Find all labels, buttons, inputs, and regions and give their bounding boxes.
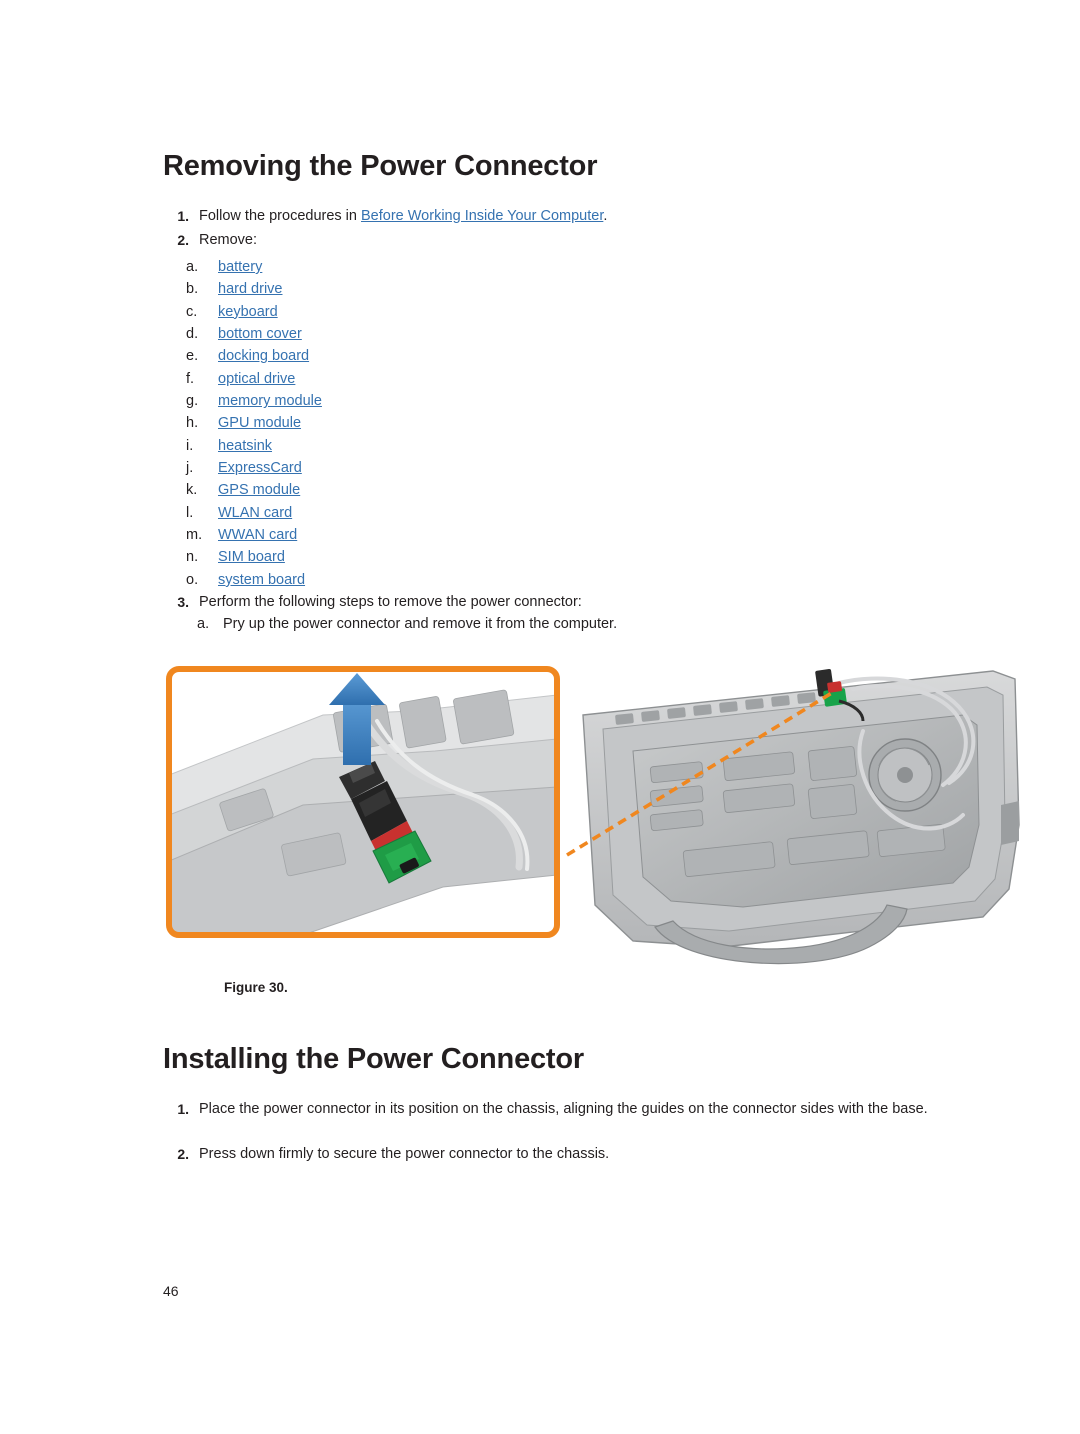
- list-item: o. system board: [186, 569, 686, 591]
- callout-zoom-view: [166, 666, 560, 938]
- page-title-installing-power-connector: Installing the Power Connector: [163, 1043, 584, 1075]
- list-item: f. optical drive: [186, 368, 686, 390]
- figure-caption: Figure 30.: [224, 980, 288, 995]
- link-wlan-card[interactable]: WLAN card: [218, 502, 292, 524]
- link-expresscard[interactable]: ExpressCard: [218, 457, 302, 479]
- link-gpu-module[interactable]: GPU module: [218, 412, 301, 434]
- list-item-marker: i.: [186, 437, 194, 454]
- figure-30-image: [163, 655, 1023, 965]
- list-item-marker: o.: [186, 571, 199, 588]
- step-3a-marker: a.: [197, 616, 210, 632]
- laptop-chassis-illustration: [166, 666, 1020, 965]
- list-item: b. hard drive: [186, 278, 686, 300]
- list-item-marker: k.: [186, 482, 198, 499]
- link-gps-module[interactable]: GPS module: [218, 479, 300, 501]
- step-3a-text: Pry up the power connector and remove it…: [223, 616, 618, 632]
- page-title-removing-power-connector: Removing the Power Connector: [163, 150, 598, 182]
- list-item-marker: d.: [186, 326, 199, 343]
- link-system-board[interactable]: system board: [218, 569, 305, 591]
- step-1-number: 1.: [177, 208, 189, 224]
- link-battery[interactable]: battery: [218, 256, 262, 278]
- step-3-number: 3.: [177, 594, 189, 610]
- list-item-marker: h.: [186, 415, 199, 432]
- link-bottom-cover[interactable]: bottom cover: [218, 323, 302, 345]
- list-item: g. memory module: [186, 390, 686, 412]
- list-item-marker: b.: [186, 281, 199, 298]
- link-hard-drive[interactable]: hard drive: [218, 278, 282, 300]
- list-item-marker: e.: [186, 348, 199, 365]
- link-before-working-inside-your-computer[interactable]: Before Working Inside Your Computer: [361, 208, 603, 224]
- link-keyboard[interactable]: keyboard: [218, 301, 278, 323]
- step-1-text-before: Follow the procedures in: [199, 208, 361, 224]
- list-item: j. ExpressCard: [186, 457, 686, 479]
- step-2-text: Remove:: [199, 232, 258, 248]
- list-item: c. keyboard: [186, 301, 686, 323]
- link-sim-board[interactable]: SIM board: [218, 546, 285, 568]
- step-2-number: 2.: [177, 232, 189, 248]
- page-number: 46: [163, 1283, 179, 1299]
- install-step-1-text: Place the power connector in its positio…: [199, 1101, 928, 1117]
- link-heatsink[interactable]: heatsink: [218, 435, 272, 457]
- list-item: e. docking board: [186, 345, 686, 367]
- list-item-marker: l.: [186, 504, 194, 521]
- list-item: l. WLAN card: [186, 502, 686, 524]
- list-item-marker: m.: [186, 527, 203, 544]
- remove-items-list: a. battery b. hard drive c. keyboard d. …: [186, 256, 686, 591]
- link-optical-drive[interactable]: optical drive: [218, 368, 295, 390]
- list-item-marker: f.: [186, 370, 195, 387]
- list-item-marker: c.: [186, 303, 198, 320]
- step-1-text: Follow the procedures in Before Working …: [199, 205, 607, 227]
- list-item: i. heatsink: [186, 435, 686, 457]
- link-memory-module[interactable]: memory module: [218, 390, 322, 412]
- list-item: n. SIM board: [186, 546, 686, 568]
- list-item: k. GPS module: [186, 479, 686, 501]
- link-wwan-card[interactable]: WWAN card: [218, 524, 297, 546]
- list-item-marker: a.: [186, 259, 199, 275]
- list-item-marker: j.: [186, 460, 194, 477]
- install-step-2-number: 2.: [177, 1146, 189, 1162]
- list-item: m. WWAN card: [186, 524, 686, 546]
- list-item-marker: g.: [186, 393, 199, 410]
- list-item-marker: n.: [186, 549, 199, 566]
- link-docking-board[interactable]: docking board: [218, 345, 309, 367]
- list-item: d. bottom cover: [186, 323, 686, 345]
- document-page: Removing the Power Connector 1. Follow t…: [0, 0, 1080, 1434]
- list-item: a. battery: [186, 256, 686, 278]
- step-3-text: Perform the following steps to remove th…: [199, 594, 582, 610]
- install-step-2-text: Press down firmly to secure the power co…: [199, 1146, 610, 1162]
- list-item: h. GPU module: [186, 412, 686, 434]
- step-1-text-after: .: [603, 208, 608, 224]
- install-step-1-number: 1.: [177, 1101, 189, 1117]
